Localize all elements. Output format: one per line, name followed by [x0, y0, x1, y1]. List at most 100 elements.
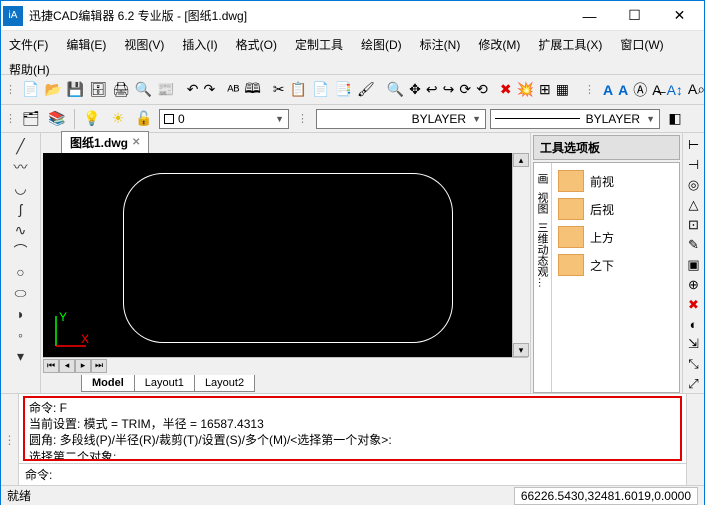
scroll-first[interactable]: ⏮: [43, 359, 59, 373]
mod-3[interactable]: ◎: [685, 177, 703, 193]
zoom-button[interactable]: 🔍: [386, 79, 405, 101]
mod-10[interactable]: ◐: [685, 317, 703, 332]
delete-button[interactable]: ✖: [499, 79, 513, 101]
mod-12[interactable]: ⤡: [685, 356, 703, 372]
menu-draw[interactable]: 绘图(D): [359, 34, 404, 55]
tab-close-icon[interactable]: ✕: [132, 137, 140, 148]
refresh-button[interactable]: ⟲: [475, 79, 489, 101]
menu-edit[interactable]: 编辑(E): [64, 34, 108, 55]
freehand-tool[interactable]: ʃ: [12, 200, 30, 218]
layout-tab-1[interactable]: Layout1: [134, 375, 195, 392]
pan-button[interactable]: ✥: [408, 79, 422, 101]
cmd-scrollbar[interactable]: [686, 394, 704, 485]
donut-tool[interactable]: ◦: [12, 326, 30, 344]
menu-view[interactable]: 视图(V): [122, 34, 166, 55]
menu-ext[interactable]: 扩展工具(X): [536, 34, 604, 55]
lock-icon[interactable]: 🔓: [133, 108, 155, 130]
paste-button[interactable]: 📄: [311, 79, 330, 101]
menu-file[interactable]: 文件(F): [7, 34, 50, 55]
menu-modify[interactable]: 修改(M): [476, 34, 522, 55]
matchprop-button[interactable]: 🖌: [356, 79, 376, 101]
layout-tab-model[interactable]: Model: [81, 375, 135, 392]
open-button[interactable]: 📂: [43, 79, 62, 101]
mod-11[interactable]: ⇲: [685, 336, 703, 352]
minimize-button[interactable]: ―: [567, 2, 612, 30]
arc2-tool[interactable]: ⌒: [12, 242, 30, 260]
scroll-next[interactable]: ▸: [75, 359, 91, 373]
print-button[interactable]: 🖨: [111, 79, 131, 101]
text-a6[interactable]: A⌕: [687, 79, 705, 101]
copy-button[interactable]: 📋: [289, 79, 308, 101]
text-a1[interactable]: A: [602, 79, 614, 101]
mod-4[interactable]: △: [685, 197, 703, 213]
pline-tool[interactable]: 〰: [12, 158, 30, 176]
menu-help[interactable]: 帮助(H): [7, 59, 52, 80]
mod-2[interactable]: ⊣: [685, 157, 703, 173]
mod-5[interactable]: ⊡: [685, 217, 703, 233]
redo-button[interactable]: ↷: [202, 79, 216, 101]
linetype-dropdown[interactable]: BYLAYER ▼: [316, 109, 486, 129]
misc2-button[interactable]: ▦: [555, 79, 570, 101]
mod-8[interactable]: ⊕: [685, 277, 703, 293]
palette-group-2[interactable]: 视图: [534, 188, 551, 218]
find-button[interactable]: 🕮: [243, 79, 262, 101]
layer-dropdown[interactable]: 0 ▼: [159, 109, 289, 129]
maximize-button[interactable]: ☐: [612, 2, 657, 30]
menu-format[interactable]: 格式(O): [234, 34, 279, 55]
layout-tab-2[interactable]: Layout2: [194, 375, 255, 392]
mod-6[interactable]: ✎: [685, 237, 703, 253]
document-tab[interactable]: 图纸1.dwg ✕: [61, 131, 149, 153]
palette-item[interactable]: 前视: [556, 167, 675, 195]
text-a5[interactable]: A↕: [666, 79, 684, 101]
canvas-scrollbar-h[interactable]: ⏮ ◂ ▸ ⏭: [43, 357, 528, 373]
line-tool[interactable]: ╱: [12, 137, 30, 155]
preview-button[interactable]: 🔍: [134, 79, 153, 101]
command-input[interactable]: 命令:: [19, 463, 686, 485]
palette-group-3[interactable]: 三维动态观…: [534, 218, 551, 292]
point-tool[interactable]: ▾: [12, 347, 30, 365]
navfwd-button[interactable]: ↪: [442, 79, 456, 101]
pastespec-button[interactable]: 📑: [334, 79, 353, 101]
ellipse-tool[interactable]: ⬭: [12, 284, 30, 302]
menu-custom[interactable]: 定制工具: [293, 34, 345, 55]
circle-tool[interactable]: ○: [12, 263, 30, 281]
cut-button[interactable]: ✂: [272, 79, 286, 101]
layer-manager-button[interactable]: 🗂: [20, 108, 42, 130]
menu-dimension[interactable]: 标注(N): [418, 34, 463, 55]
navback-button[interactable]: ↩: [425, 79, 439, 101]
text-a3[interactable]: Ⓐ: [632, 79, 648, 101]
save-button[interactable]: 💾: [66, 79, 85, 101]
scroll-prev[interactable]: ◂: [59, 359, 75, 373]
bulb-icon[interactable]: 💡: [81, 108, 103, 130]
rotate-button[interactable]: ⟳: [458, 79, 472, 101]
misc1-button[interactable]: ⊞: [538, 79, 552, 101]
freeze-icon[interactable]: ☀: [107, 108, 129, 130]
canvas-scrollbar-v[interactable]: ▴ ▾: [512, 153, 528, 357]
palette-group-1[interactable]: 画: [534, 169, 551, 188]
close-button[interactable]: ✕: [657, 2, 702, 30]
mod-1[interactable]: ⊢: [685, 137, 703, 153]
drawing-canvas[interactable]: Y X ▴ ▾: [43, 153, 528, 357]
ellipsearc-tool[interactable]: ◗: [12, 305, 30, 323]
lineweight-dropdown[interactable]: BYLAYER ▼: [490, 109, 660, 129]
scroll-last[interactable]: ⏭: [91, 359, 107, 373]
undo-button[interactable]: ↶: [186, 79, 200, 101]
palette-item[interactable]: 之下: [556, 251, 675, 279]
layer-states-button[interactable]: 📚: [46, 108, 68, 130]
mod-13[interactable]: ⤢: [685, 376, 703, 392]
plot-button[interactable]: 📰: [156, 79, 175, 101]
text-a4[interactable]: A̶: [651, 79, 662, 101]
color-picker-button[interactable]: ◧: [664, 108, 686, 130]
spline-tool[interactable]: ∿: [12, 221, 30, 239]
menu-insert[interactable]: 插入(I): [180, 34, 219, 55]
menu-window[interactable]: 窗口(W): [618, 34, 665, 55]
palette-item[interactable]: 后视: [556, 195, 675, 223]
text-a2[interactable]: A: [617, 79, 629, 101]
explode-button[interactable]: 💥: [516, 79, 535, 101]
mod-7[interactable]: ▣: [685, 257, 703, 273]
new-button[interactable]: 📄: [21, 79, 40, 101]
spell-button[interactable]: ᴬᴮ: [226, 79, 240, 101]
cmd-grip[interactable]: ⋮: [1, 394, 19, 485]
saveall-button[interactable]: 🗄: [88, 79, 108, 101]
arc-tool[interactable]: ◡: [12, 179, 30, 197]
